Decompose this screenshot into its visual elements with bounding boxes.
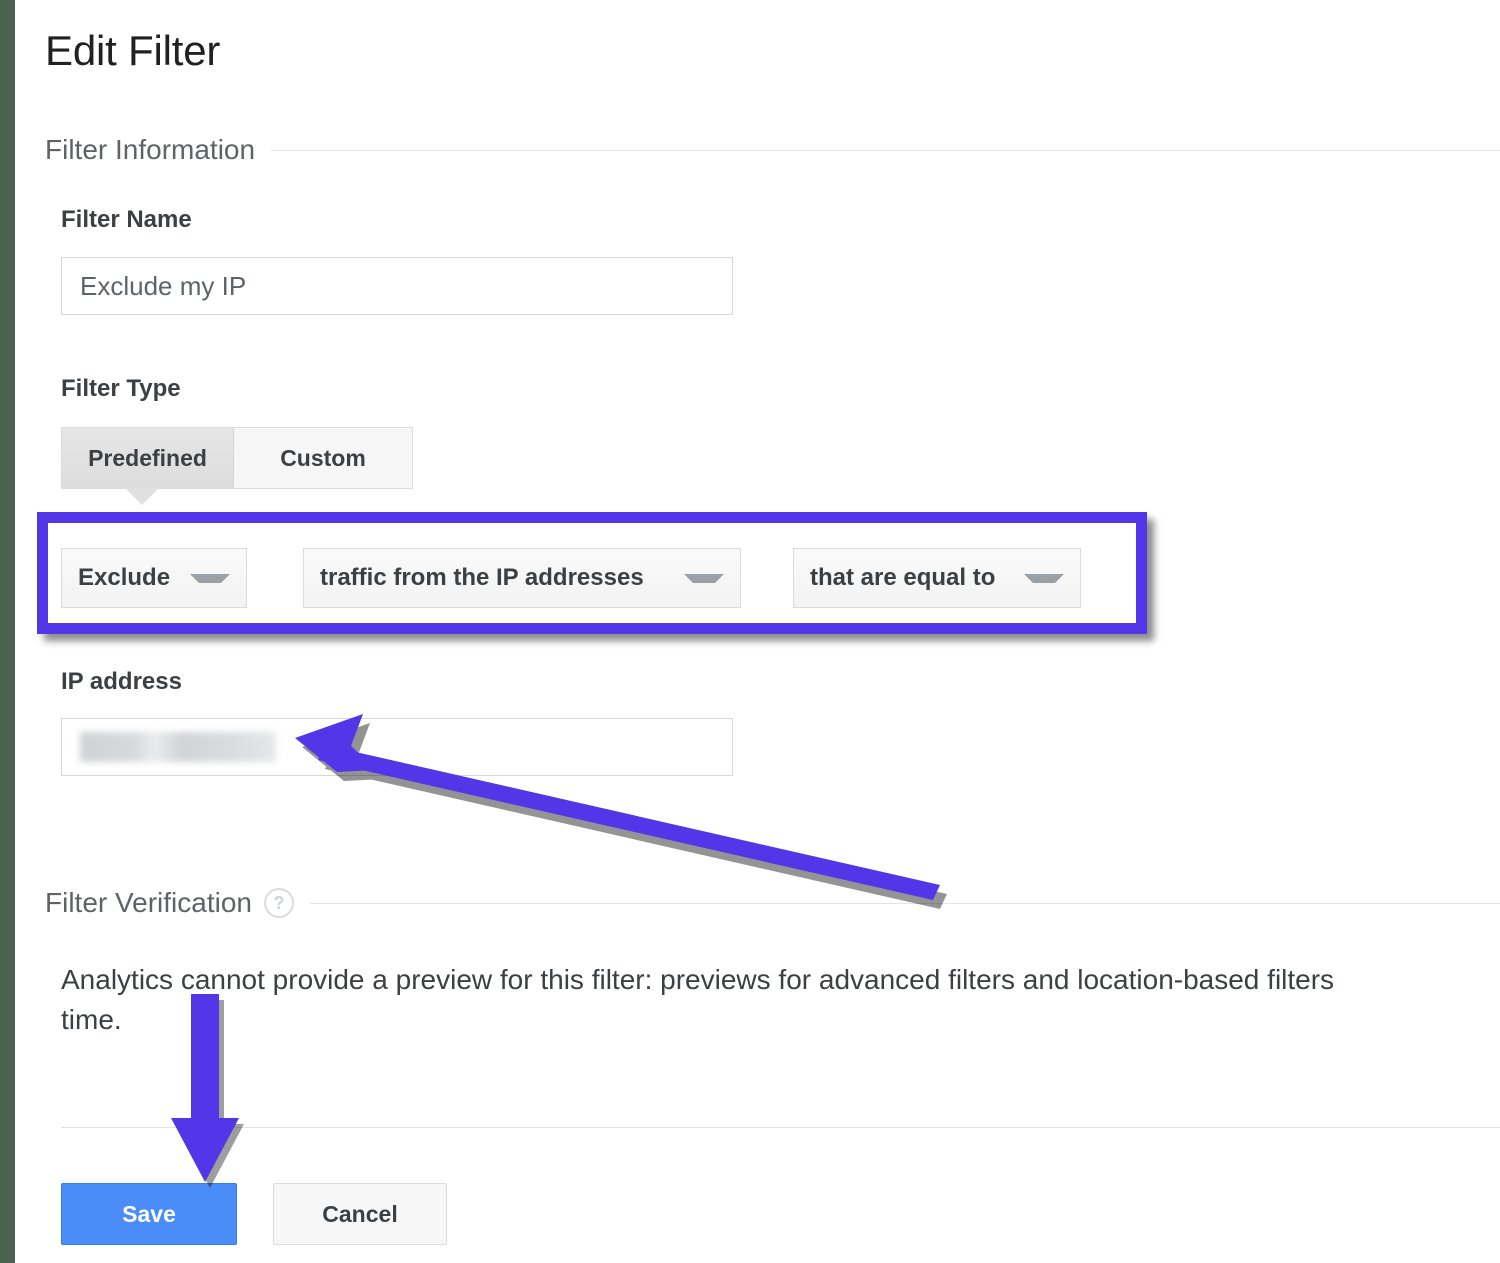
filter-type-label: Filter Type xyxy=(61,377,181,401)
chevron-down-icon xyxy=(190,574,230,583)
filter-information-section-header: Filter Information xyxy=(45,136,1500,164)
filter-verification-section-header: Filter Verification ? xyxy=(45,888,1500,918)
filter-verification-heading: Filter Verification xyxy=(45,889,252,917)
selected-tab-caret-icon xyxy=(125,488,159,505)
window-left-edge xyxy=(0,0,15,1263)
filter-comparison-dropdown[interactable]: that are equal to xyxy=(793,548,1081,608)
tab-custom[interactable]: Custom xyxy=(234,428,412,488)
redacted-ip-value xyxy=(80,732,276,762)
chevron-down-icon xyxy=(1024,574,1064,583)
filter-action-value: Exclude xyxy=(78,564,170,592)
cancel-button[interactable]: Cancel xyxy=(273,1183,447,1245)
section-divider xyxy=(310,903,1500,904)
filter-type-tab-group: Predefined Custom xyxy=(61,427,413,489)
tab-predefined[interactable]: Predefined xyxy=(62,428,234,488)
filter-field-value: traffic from the IP addresses xyxy=(320,564,644,592)
chevron-down-icon xyxy=(684,574,724,583)
question-mark-icon[interactable]: ? xyxy=(264,888,294,918)
filter-name-input[interactable]: Exclude my IP xyxy=(61,257,733,315)
ip-address-input[interactable] xyxy=(61,718,733,776)
filter-comparison-value: that are equal to xyxy=(810,564,995,592)
save-button[interactable]: Save xyxy=(61,1183,237,1245)
footer-divider xyxy=(61,1127,1500,1128)
page-title: Edit Filter xyxy=(45,30,220,72)
filter-action-dropdown[interactable]: Exclude xyxy=(61,548,247,608)
filter-verification-message: Analytics cannot provide a preview for t… xyxy=(61,960,1500,1040)
section-divider xyxy=(271,150,1500,151)
edit-filter-page: Edit Filter Filter Information Filter Na… xyxy=(15,0,1500,1263)
filter-name-value: Exclude my IP xyxy=(80,271,246,302)
filter-field-dropdown[interactable]: traffic from the IP addresses xyxy=(303,548,741,608)
ip-address-label: IP address xyxy=(61,670,182,694)
filter-name-label: Filter Name xyxy=(61,208,192,232)
filter-information-heading: Filter Information xyxy=(45,136,255,164)
